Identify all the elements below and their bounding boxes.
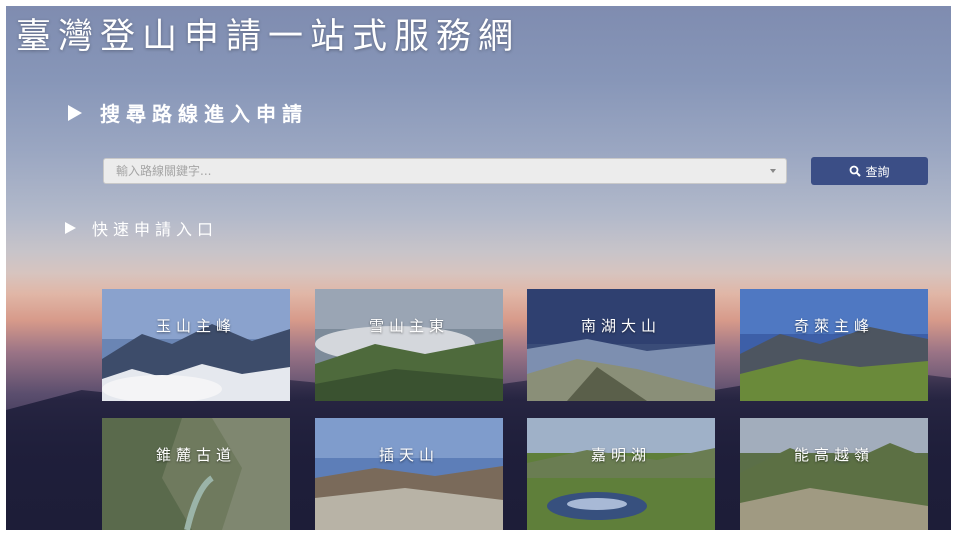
route-card-nenggao[interactable]: 能高越嶺	[740, 418, 928, 530]
hero-background: 臺灣登山申請一站式服務網 搜尋路線進入申請 查詢 快速申請入口 玉山主峰	[6, 6, 951, 530]
search-icon	[850, 165, 862, 177]
route-card-nanhu[interactable]: 南湖大山	[527, 289, 715, 401]
play-triangle-icon	[68, 104, 82, 121]
route-image	[740, 289, 928, 401]
route-card-label: 能高越嶺	[793, 446, 874, 464]
route-card-label: 錐麓古道	[155, 446, 236, 464]
route-search-input[interactable]	[104, 163, 770, 179]
route-image	[102, 418, 290, 530]
play-triangle-icon	[65, 222, 76, 234]
search-section-heading-text: 搜尋路線進入申請	[100, 102, 308, 126]
route-card-yushan[interactable]: 玉山主峰	[102, 289, 290, 401]
route-image	[102, 289, 290, 401]
route-card-zhuilu[interactable]: 錐麓古道	[102, 418, 290, 530]
route-card-label: 嘉明湖	[590, 446, 651, 464]
route-card-chatian[interactable]: 插天山	[315, 418, 503, 530]
route-card-jiaming[interactable]: 嘉明湖	[527, 418, 715, 530]
route-card-label: 玉山主峰	[155, 317, 236, 335]
page-title: 臺灣登山申請一站式服務網	[16, 17, 521, 57]
search-button[interactable]: 查詢	[811, 157, 928, 185]
route-card-label: 奇萊主峰	[793, 317, 874, 335]
search-section-heading: 搜尋路線進入申請	[68, 98, 308, 127]
route-card-label: 南湖大山	[580, 317, 661, 335]
search-button-label: 查詢	[865, 164, 890, 179]
route-card-label: 插天山	[378, 446, 439, 464]
route-card-qilai[interactable]: 奇萊主峰	[740, 289, 928, 401]
dropdown-caret-icon[interactable]	[770, 169, 776, 173]
route-image	[740, 418, 928, 530]
route-image	[315, 418, 503, 530]
route-image	[315, 289, 503, 401]
route-card-label: 雪山主東	[368, 317, 449, 335]
route-card-xueshan[interactable]: 雪山主東	[315, 289, 503, 401]
quick-section-heading: 快速申請入口	[65, 216, 218, 240]
quick-section-heading-text: 快速申請入口	[92, 220, 219, 239]
route-image	[527, 418, 715, 530]
route-image	[527, 289, 715, 401]
route-search-select[interactable]	[103, 158, 787, 184]
